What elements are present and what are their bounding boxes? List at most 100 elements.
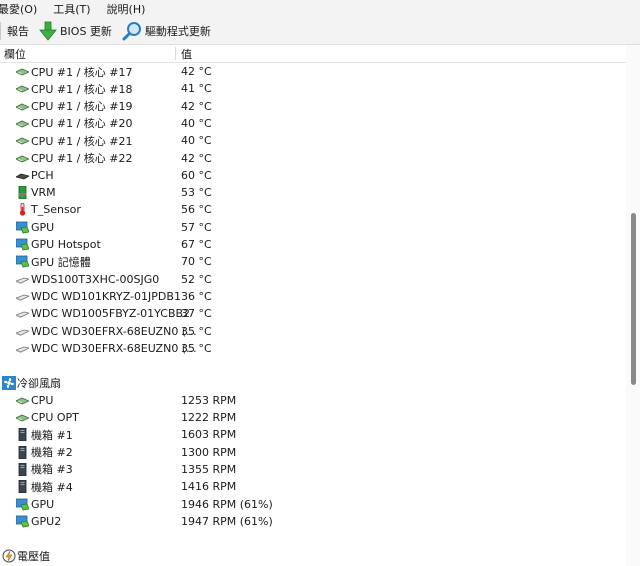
group-label: 電壓值: [17, 549, 50, 563]
sensor-value: 1300 RPM: [181, 445, 237, 459]
field-column-header[interactable]: 欄位: [4, 46, 26, 62]
column-divider[interactable]: [175, 47, 176, 60]
driver-update-button[interactable]: 驅動程式更新: [122, 21, 211, 41]
sensor-value: 1253 RPM: [181, 393, 237, 407]
gpu-icon: [15, 221, 30, 234]
sensor-name: WDC WD101KRYZ-01JPDB1: [31, 289, 181, 303]
sensor-value: 1603 RPM: [181, 428, 237, 442]
vertical-scrollbar[interactable]: [626, 45, 640, 566]
fan-icon: [2, 376, 16, 391]
cpu-chip-icon: [15, 65, 31, 78]
sensor-row[interactable]: WDC WD30EFRX-68EUZN0 (... 35 °C: [0, 323, 626, 340]
toolbar-separator: [0, 22, 1, 40]
sensor-row[interactable]: WDS100T3XHC-00SJG0 52 °C: [0, 271, 626, 288]
sensor-row[interactable]: WDC WD30EFRX-68EUZN0 (... 35 °C: [0, 340, 626, 357]
sensor-row[interactable]: 機箱 #3 1355 RPM: [0, 461, 626, 478]
sensor-row[interactable]: GPU 1946 RPM (61%): [0, 496, 626, 513]
sensor-row[interactable]: GPU2 1947 RPM (61%): [0, 513, 626, 530]
sensor-row[interactable]: CPU #1 / 核心 #22 42 °C: [0, 150, 626, 167]
drive-icon: [14, 325, 31, 338]
sensor-row[interactable]: GPU 57 °C: [0, 219, 626, 236]
sensor-row[interactable]: CPU #1 / 核心 #17 42 °C: [0, 63, 626, 80]
sensor-value: 52 °C: [181, 272, 212, 286]
sensor-row[interactable]: CPU #1 / 核心 #18 41 °C: [0, 80, 626, 97]
sensor-value: 35 °C: [181, 324, 212, 338]
sensor-value: 1416 RPM: [181, 480, 237, 494]
sensor-name: PCH: [31, 168, 54, 182]
group-label: 冷卻風扇: [17, 376, 61, 390]
sensor-row[interactable]: CPU #1 / 核心 #19 42 °C: [0, 98, 626, 115]
sensor-row[interactable]: CPU OPT 1222 RPM: [0, 409, 626, 426]
sensor-name: WDC WD30EFRX-68EUZN0 (...: [31, 324, 197, 338]
sensor-name: CPU #1 / 核心 #19: [31, 100, 133, 114]
sensor-name: CPU #1 / 核心 #18: [31, 82, 133, 96]
case-icon: [16, 427, 29, 442]
report-label: 報告: [7, 25, 29, 38]
sensor-row[interactable]: VRM 53 °C: [0, 184, 626, 201]
sensor-name: GPU: [31, 220, 55, 234]
sensor-name: CPU: [31, 393, 54, 407]
sensor-row[interactable]: GPU Hotspot 67 °C: [0, 236, 626, 253]
menu-tools[interactable]: 工具(T): [53, 1, 90, 17]
sensor-value: 42 °C: [181, 99, 212, 113]
sensor-name: GPU: [31, 497, 55, 511]
sensor-name: GPU 記憶體: [31, 255, 91, 269]
magnifier-icon: [122, 22, 141, 41]
gpu-icon: [15, 255, 30, 268]
case-icon: [16, 445, 29, 459]
sensor-row[interactable]: WDC WD1005FBYZ-01YCBB2 37 °C: [0, 305, 626, 322]
sensor-value: 67 °C: [181, 238, 212, 251]
bios-update-label: BIOS 更新: [60, 25, 112, 38]
value-column-header[interactable]: 值: [181, 46, 192, 62]
sensor-value: 40 °C: [181, 134, 212, 148]
cpu-chip-icon: [15, 100, 31, 113]
sensor-name: T_Sensor: [31, 203, 81, 217]
sensor-name: CPU #1 / 核心 #22: [31, 152, 133, 165]
download-arrow-icon: [39, 21, 57, 41]
sensor-row[interactable]: 機箱 #2 1300 RPM: [0, 444, 626, 461]
menu-bar: 最愛(O) 工具(T) 說明(H): [0, 0, 640, 18]
gpu-icon: [15, 515, 30, 528]
sensor-name: WDC WD30EFRX-68EUZN0 (...: [31, 341, 197, 355]
sensor-value: 60 °C: [181, 168, 212, 182]
sensor-value: 42 °C: [181, 151, 212, 165]
drive-icon: [14, 290, 31, 303]
driver-update-label: 驅動程式更新: [144, 25, 211, 38]
fans-group-header[interactable]: 冷卻風扇: [0, 374, 626, 391]
sensor-row[interactable]: GPU 記憶體 70 °C: [0, 253, 626, 270]
menu-help[interactable]: 說明(H): [107, 1, 146, 17]
sensor-row[interactable]: T_Sensor 56 °C: [0, 201, 626, 218]
report-button[interactable]: 報告: [7, 23, 29, 39]
bios-update-button[interactable]: BIOS 更新: [39, 21, 112, 41]
gpu-icon: [15, 238, 30, 251]
sensor-row[interactable]: WDC WD101KRYZ-01JPDB1 36 °C: [0, 288, 626, 305]
case-icon: [16, 479, 29, 494]
sensor-name: CPU #1 / 核心 #20: [31, 117, 133, 131]
cpu-chip-icon: [15, 152, 31, 165]
sensor-row[interactable]: 機箱 #4 1416 RPM: [0, 478, 626, 495]
column-header: 欄位 值: [0, 45, 626, 63]
sensor-row[interactable]: CPU #1 / 核心 #20 40 °C: [0, 115, 626, 132]
cpu-chip-icon: [15, 394, 31, 407]
menu-favorites[interactable]: 最愛(O): [0, 1, 37, 17]
sensor-row[interactable]: PCH 60 °C: [0, 167, 626, 184]
drive-icon: [14, 342, 31, 355]
sensor-name: CPU #1 / 核心 #17: [31, 65, 133, 79]
sensor-name: 機箱 #4: [31, 480, 73, 494]
sensor-row[interactable]: CPU #1 / 核心 #21 40 °C: [0, 132, 626, 149]
sensor-value: 37 °C: [181, 307, 212, 321]
sensor-value: 1946 RPM (61%): [181, 497, 273, 511]
chipset-icon: [14, 169, 31, 182]
sensor-value: 36 °C: [181, 289, 212, 303]
sensor-value: 56 °C: [181, 203, 212, 217]
scrollbar-thumb[interactable]: [631, 213, 636, 385]
cpu-chip-icon: [15, 411, 31, 424]
sensor-row[interactable]: 機箱 #1 1603 RPM: [0, 426, 626, 443]
sensor-name: CPU #1 / 核心 #21: [31, 134, 133, 148]
sensor-name: VRM: [31, 186, 56, 200]
sensor-name: GPU2: [31, 514, 62, 528]
sensor-row[interactable]: CPU 1253 RPM: [0, 392, 626, 409]
voltage-group-header[interactable]: 電壓值: [0, 547, 626, 564]
sensor-value: 42 °C: [181, 65, 212, 78]
sensor-value: 57 °C: [181, 220, 212, 234]
